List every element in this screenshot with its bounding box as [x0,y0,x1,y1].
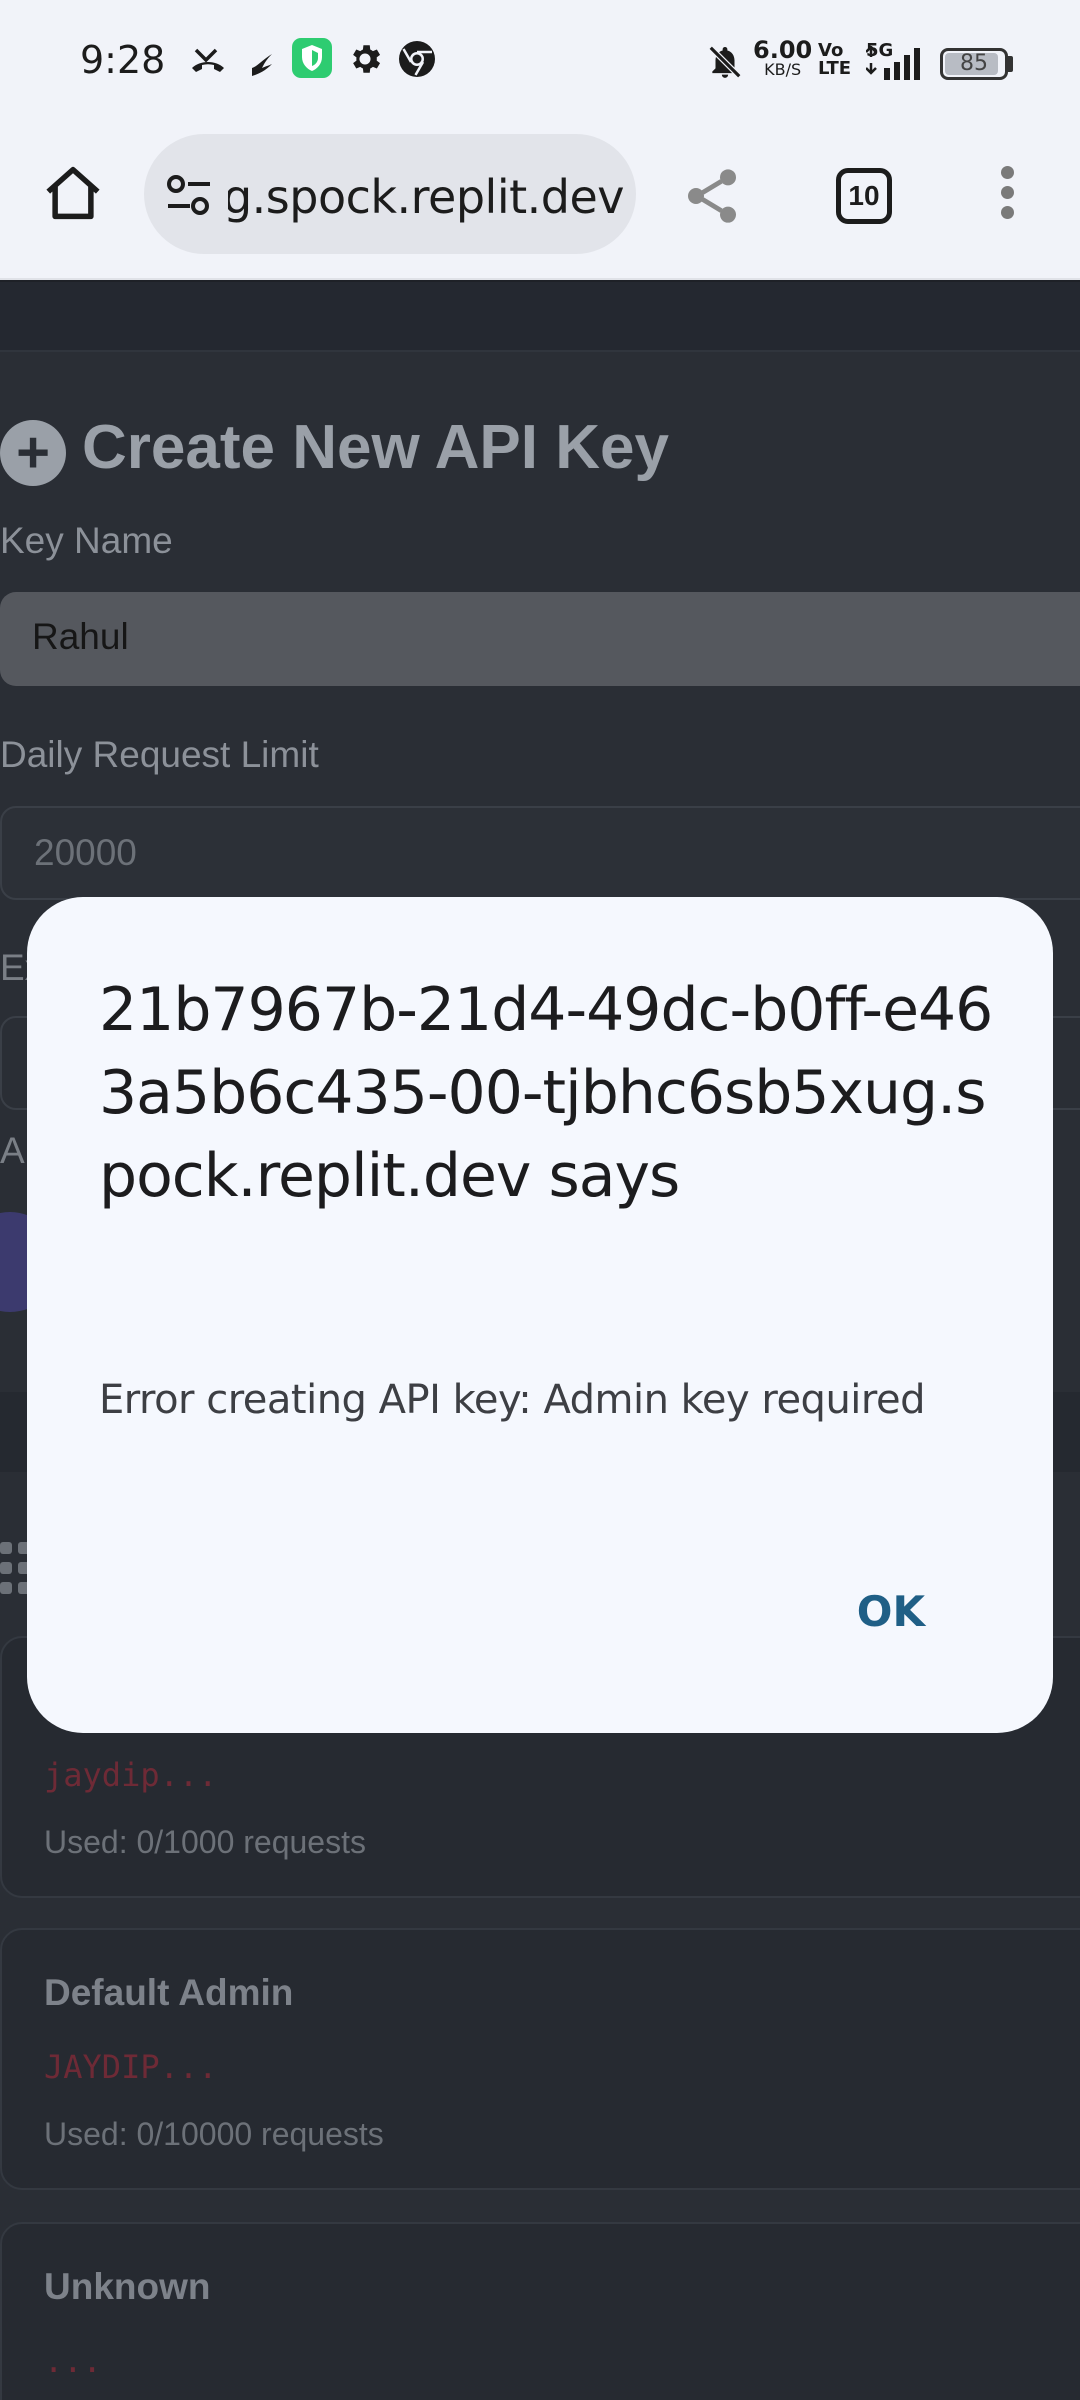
volte-indicator: Vo LTE [818,42,851,78]
key-name-input[interactable]: Rahul [0,592,1080,686]
browser-toolbar: 21b7967b-21d4-49dc-b0ff-e463a5b6c435-00-… [0,126,1080,280]
battery-indicator: 85 [940,48,1008,80]
app-header [0,282,1080,352]
api-key-usage: Used: 0/10000 requests [44,2116,384,2152]
section-title-text: Create New API Key [82,413,669,482]
battery-level: 85 [960,51,988,76]
tab-switcher-button[interactable]: 10 [836,168,892,224]
network-speed: 6.00 KB/S [753,38,812,80]
plus-circle-icon: + [0,420,66,486]
bell-muted-icon [708,45,742,79]
api-key-card[interactable]: Unknown ... [0,2222,1080,2400]
battery-tip [1008,56,1013,72]
api-key-value: JAYDIP... [44,2048,218,2086]
ok-button[interactable]: OK [857,1587,925,1636]
volte-bottom: LTE [818,58,852,79]
permission-label-partial: A [0,1130,25,1171]
api-key-usage: Used: 0/1000 requests [44,1824,366,1860]
key-name-label: Key Name [0,520,173,561]
alert-dialog: 21b7967b-21d4-49dc-b0ff-e463a5b6c435-00-… [27,897,1053,1733]
api-key-card[interactable]: Default Admin JAYDIP... Used: 0/10000 re… [0,1928,1080,2190]
create-key-section-title: + Create New API Key [0,412,669,486]
status-bar: 9:28 6.00 KB/S Vo LTE 5G 85 [0,0,1080,126]
address-bar[interactable]: 21b7967b-21d4-49dc-b0ff-e463a5b6c435-00-… [144,134,636,254]
vpn-shield-icon [292,38,332,78]
api-key-name: Default Admin [44,1972,294,2013]
signal-icon [866,46,920,80]
dialog-message: Error creating API key: Admin key requir… [99,1377,925,1423]
daily-limit-label: Daily Request Limit [0,734,319,775]
chrome-icon [399,41,435,77]
daily-limit-input[interactable]: 20000 [0,806,1080,900]
overflow-menu-icon[interactable] [994,166,1020,226]
home-icon[interactable] [40,160,106,226]
missed-call-icon [192,48,224,72]
status-time: 9:28 [80,38,166,82]
api-key-value: jaydip... [44,1756,218,1794]
api-key-name: Unknown [44,2266,211,2307]
site-settings-icon[interactable] [166,174,212,216]
api-key-value: ... [44,2342,102,2380]
bolt-icon [252,54,272,76]
dialog-title: 21b7967b-21d4-49dc-b0ff-e463a5b6c435-00-… [99,975,993,1211]
settings-gear-icon [353,45,381,73]
share-icon[interactable] [680,164,744,228]
url-text: 21b7967b-21d4-49dc-b0ff-e463a5b6c435-00-… [228,170,624,224]
